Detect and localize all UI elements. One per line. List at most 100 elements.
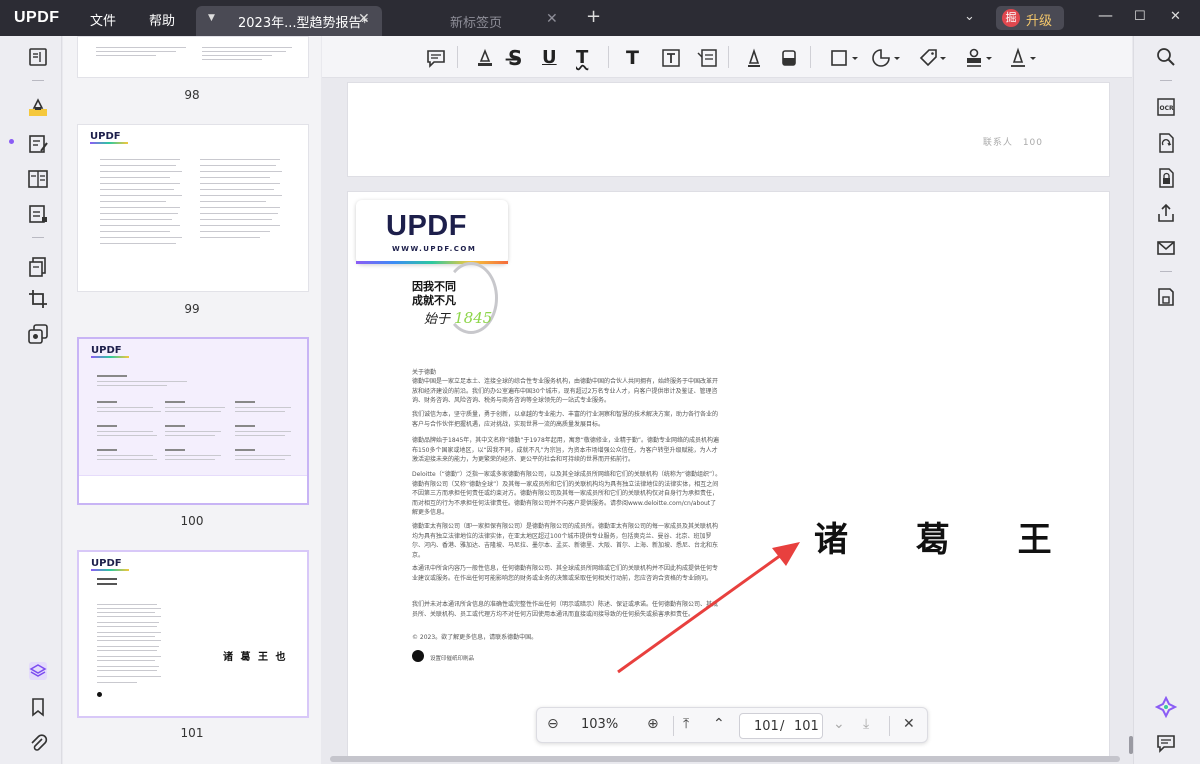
save-icon[interactable] bbox=[1155, 286, 1177, 308]
text-icon[interactable]: T bbox=[626, 47, 648, 69]
previous-page: 联系人 100 bbox=[347, 82, 1110, 177]
form-icon[interactable] bbox=[27, 168, 49, 190]
previous-page-icon[interactable]: ⌃ bbox=[713, 716, 725, 732]
menu-file[interactable]: 文件 bbox=[90, 10, 116, 29]
tab-new[interactable]: 新标签页 ✕ bbox=[386, 6, 572, 36]
thumbnail-page-98[interactable] bbox=[77, 36, 309, 78]
strikethrough-icon[interactable]: S̶ bbox=[508, 47, 530, 69]
next-page-icon[interactable]: ⌄ bbox=[833, 716, 845, 732]
new-tab-plus-icon[interactable]: + bbox=[586, 6, 601, 27]
convert-pdf-icon[interactable] bbox=[1155, 132, 1177, 154]
updf-logo-text: UPDF bbox=[386, 210, 467, 242]
rail-separator bbox=[32, 237, 44, 238]
close-window-icon[interactable]: ✕ bbox=[1170, 9, 1181, 24]
thumbnail-page-101[interactable]: UPDF 诸 葛 王 也 bbox=[77, 550, 309, 718]
body-paragraph-2: 我们诚信为本，坚守质量，勇于创新，以卓越的专业能力、丰富的行业洞察和智慧的技术解… bbox=[412, 411, 719, 428]
current-page-number: 101 bbox=[754, 719, 779, 734]
thumbnail-page-99[interactable]: UPDF bbox=[77, 124, 309, 292]
upgrade-button[interactable]: 掘 升级 bbox=[996, 6, 1064, 30]
signature-stamp-text[interactable]: 诸 葛 王 也 bbox=[814, 512, 1109, 561]
comment-icon[interactable] bbox=[425, 47, 447, 69]
email-icon[interactable] bbox=[1155, 237, 1177, 259]
rail-separator bbox=[1160, 271, 1172, 272]
tab-new-close-icon[interactable]: ✕ bbox=[546, 11, 558, 27]
tabs-dropdown-icon[interactable]: ⌄ bbox=[964, 9, 975, 24]
ai-assistant-icon[interactable] bbox=[1155, 696, 1177, 718]
slogan-line-2: 成就不凡 bbox=[412, 294, 456, 307]
signature-text: 始于 bbox=[424, 312, 451, 327]
comment-highlight-icon[interactable] bbox=[27, 96, 49, 118]
search-icon[interactable] bbox=[1155, 46, 1177, 68]
edit-pdf-icon[interactable] bbox=[27, 133, 49, 155]
current-page: UPDF WWW.UPDF.COM 因我不同 成就不凡 始于 1845 关于德勤… bbox=[347, 191, 1110, 759]
thumbnail-page-100[interactable]: UPDF bbox=[77, 337, 309, 505]
share-icon[interactable] bbox=[1155, 202, 1177, 224]
annotation-toolbar: S̶ U T T bbox=[322, 36, 1132, 78]
organize-pages-icon[interactable] bbox=[27, 256, 49, 278]
body-paragraph-4: Deloitte（“德勤”）泛指一家或多家德勤有限公司，以及其全球成员所网络和它… bbox=[412, 471, 722, 516]
first-page-icon[interactable]: ⤒ bbox=[683, 716, 689, 732]
sticker-dropdown-icon[interactable] bbox=[872, 47, 902, 69]
shape-dropdown-icon[interactable] bbox=[830, 47, 860, 69]
textbox-icon[interactable] bbox=[660, 47, 682, 69]
highlight-icon[interactable] bbox=[474, 47, 496, 69]
tools-icon[interactable] bbox=[27, 323, 49, 345]
page-footer-text: 联系人 100 bbox=[982, 138, 1043, 148]
upgrade-label: 升级 bbox=[1026, 14, 1053, 29]
tab-close-icon[interactable]: ✕ bbox=[358, 11, 370, 27]
page-number-101: 101 bbox=[180, 726, 204, 740]
upgrade-badge-icon: 掘 bbox=[1002, 9, 1020, 27]
last-page-icon[interactable]: ⤓ bbox=[863, 716, 869, 732]
pencil-icon[interactable] bbox=[743, 47, 765, 69]
underline-icon[interactable]: U bbox=[542, 47, 564, 69]
footer-logo-icon bbox=[412, 650, 424, 662]
ocr-icon[interactable]: OCR bbox=[1155, 96, 1177, 118]
layers-icon[interactable] bbox=[27, 660, 49, 682]
attachment-icon[interactable] bbox=[27, 732, 49, 754]
red-arrow-annotation[interactable] bbox=[608, 522, 808, 682]
page-number-98: 98 bbox=[184, 88, 200, 102]
zoom-in-icon[interactable]: ⊕ bbox=[647, 716, 659, 732]
footer-note: 设置印催纸印刷品 bbox=[430, 656, 475, 662]
page-number-input[interactable]: 101 / 101 bbox=[739, 713, 823, 739]
zoom-navigation-bar: ⊖ 103% ⊕ ⤒ ⌃ 101 / 101 ⌄ ⤓ ✕ bbox=[536, 707, 928, 743]
crop-icon[interactable] bbox=[27, 288, 49, 310]
updf-url-text: WWW.UPDF.COM bbox=[392, 245, 477, 253]
tab-document[interactable]: ▼ 2023年...型趋势报告* ✕ bbox=[196, 6, 382, 36]
document-area: S̶ U T T 联系人 100 UPDF WWW.UPDF.COM 因我不同 … bbox=[322, 36, 1133, 764]
reader-icon[interactable] bbox=[27, 46, 49, 68]
minimize-icon[interactable]: — bbox=[1098, 6, 1113, 24]
horizontal-scrollbar[interactable] bbox=[330, 756, 1120, 762]
chat-comment-icon[interactable] bbox=[1155, 732, 1177, 754]
thumb-stamp-text: 诸 葛 王 也 bbox=[223, 652, 288, 663]
right-tool-rail: OCR bbox=[1133, 36, 1200, 764]
slogan-signature: 始于 1845 bbox=[424, 308, 492, 327]
left-tool-rail bbox=[0, 36, 62, 764]
updf-logo-card: UPDF WWW.UPDF.COM bbox=[356, 200, 508, 264]
maximize-icon[interactable]: ☐ bbox=[1134, 9, 1146, 24]
page-number-99: 99 bbox=[184, 302, 200, 316]
close-bar-icon[interactable]: ✕ bbox=[903, 716, 915, 732]
thumb-logo: UPDF bbox=[90, 131, 121, 142]
zoom-level[interactable]: 103% bbox=[581, 717, 618, 732]
thumbnail-panel: 98 UPDF 99 UPDF 100 UPDF 诸 葛 王 也 101 bbox=[63, 36, 321, 764]
page-separator: / bbox=[780, 719, 785, 734]
active-indicator-dot bbox=[9, 139, 14, 144]
fill-sign-icon[interactable] bbox=[27, 203, 49, 225]
thumb-logo: UPDF bbox=[91, 558, 122, 569]
signature-dropdown-icon[interactable] bbox=[1008, 47, 1038, 69]
menu-help[interactable]: 帮助 bbox=[149, 10, 175, 29]
bookmark-icon[interactable] bbox=[27, 696, 49, 718]
svg-text:OCR: OCR bbox=[1160, 105, 1175, 112]
thumb-logo: UPDF bbox=[91, 345, 122, 356]
tab-new-label: 新标签页 bbox=[450, 16, 503, 31]
eraser-icon[interactable] bbox=[778, 47, 800, 69]
protect-pdf-icon[interactable] bbox=[1155, 167, 1177, 189]
zoom-out-icon[interactable]: ⊖ bbox=[547, 716, 559, 732]
squiggly-icon[interactable]: T bbox=[576, 47, 598, 69]
text-callout-icon[interactable] bbox=[696, 47, 718, 69]
tab-dropdown-icon[interactable]: ▼ bbox=[208, 13, 215, 23]
stamp-dropdown-icon[interactable] bbox=[964, 47, 994, 69]
title-bar: UPDF 文件 帮助 ▼ 2023年...型趋势报告* ✕ 新标签页 ✕ + ⌄… bbox=[0, 0, 1200, 36]
tag-dropdown-icon[interactable] bbox=[918, 47, 948, 69]
